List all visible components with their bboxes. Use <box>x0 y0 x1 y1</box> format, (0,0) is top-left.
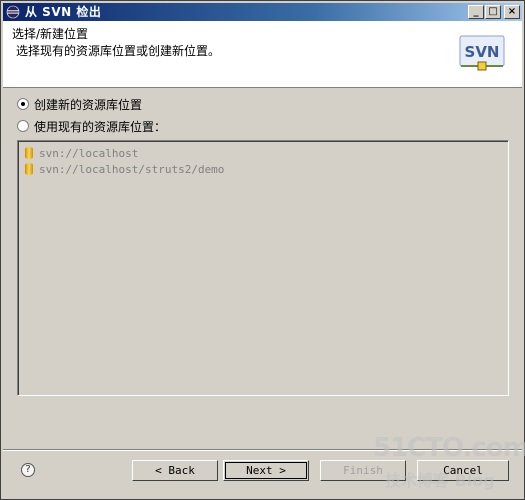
title-bar[interactable]: 从 SVN 检出 _ □ × <box>3 3 522 21</box>
watermark: 51CTO.com 技术博客 Blog <box>373 433 525 490</box>
database-icon <box>25 163 33 175</box>
repository-location-list[interactable]: svn://localhost svn://localhost/struts2/… <box>17 140 509 396</box>
repository-url: svn://localhost/struts2/demo <box>39 162 225 176</box>
wizard-header: 选择/新建位置 选择现有的资源库位置或创建新位置。 SVN <box>3 21 522 88</box>
database-icon <box>25 147 33 159</box>
back-button[interactable]: < Back <box>132 460 218 481</box>
svn-logo-text: SVN <box>465 43 500 61</box>
checkout-dialog: 从 SVN 检出 _ □ × 选择/新建位置 选择现有的资源库位置或创建新位置。… <box>0 0 525 500</box>
use-existing-location-option[interactable]: 使用现有的资源库位置： <box>17 118 166 134</box>
create-new-location-option[interactable]: 创建新的资源库位置 <box>17 96 142 112</box>
minimize-button[interactable]: _ <box>468 5 484 19</box>
next-button[interactable]: Next > <box>223 460 309 481</box>
use-existing-radio[interactable] <box>17 120 29 132</box>
button-bar-separator <box>3 449 522 451</box>
repository-url: svn://localhost <box>39 146 139 160</box>
close-button[interactable]: × <box>504 5 520 19</box>
window-title: 从 SVN 检出 <box>25 5 102 19</box>
cancel-button[interactable]: Cancel <box>417 460 509 481</box>
finish-button[interactable]: Finish <box>320 460 406 481</box>
eclipse-icon <box>6 5 20 19</box>
use-existing-label: 使用现有的资源库位置： <box>34 119 167 134</box>
list-item[interactable]: svn://localhost <box>25 146 138 160</box>
svn-logo-icon: SVN <box>459 35 505 71</box>
maximize-button[interactable]: □ <box>485 5 501 19</box>
create-new-label: 创建新的资源库位置 <box>34 97 143 112</box>
page-title: 选择/新建位置 <box>12 27 89 41</box>
page-description: 选择现有的资源库位置或创建新位置。 <box>16 44 221 58</box>
list-item[interactable]: svn://localhost/struts2/demo <box>25 162 224 176</box>
create-new-radio[interactable] <box>17 98 29 110</box>
watermark-main: 51CTO.com <box>373 433 525 463</box>
help-icon[interactable]: ? <box>21 463 35 477</box>
